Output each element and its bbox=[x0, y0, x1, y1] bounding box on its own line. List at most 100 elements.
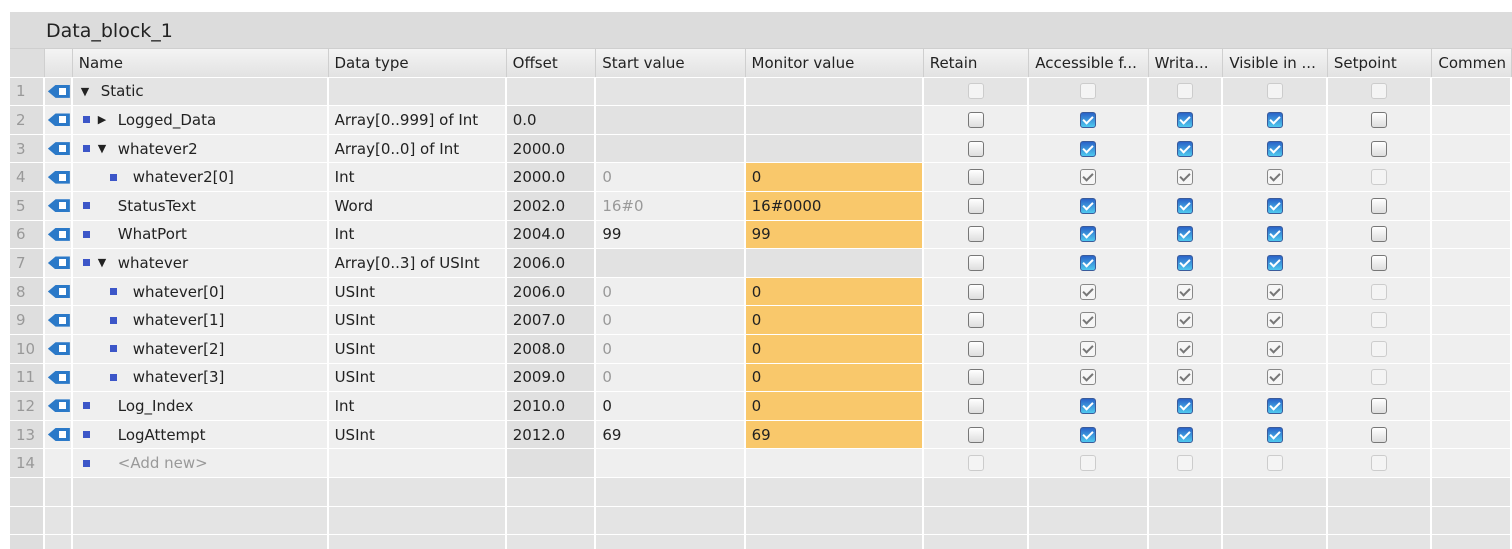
accessible-checkbox[interactable] bbox=[1080, 169, 1097, 186]
name-cell[interactable]: whatever2[0] bbox=[72, 163, 329, 191]
setpoint-checkbox[interactable] bbox=[1371, 197, 1388, 214]
setpoint-checkbox[interactable] bbox=[1371, 426, 1388, 443]
start-value-cell[interactable] bbox=[596, 134, 746, 163]
visible-checkbox[interactable] bbox=[1266, 197, 1283, 214]
name-cell[interactable]: whatever[2] bbox=[72, 334, 329, 363]
visible-checkbox[interactable] bbox=[1266, 254, 1283, 271]
table-row[interactable]: 12 Log_Index Int 2010.0 0 0 bbox=[10, 392, 1512, 421]
data-type-cell[interactable]: USInt bbox=[328, 363, 507, 392]
data-type-cell[interactable]: USInt bbox=[328, 420, 507, 449]
writable-checkbox[interactable] bbox=[1177, 426, 1194, 443]
data-type-cell[interactable] bbox=[328, 449, 507, 477]
column-header-writable[interactable]: Writa... bbox=[1148, 49, 1224, 77]
setpoint-checkbox[interactable] bbox=[1371, 140, 1388, 157]
name-cell[interactable]: LogAttempt bbox=[72, 420, 329, 449]
start-value-cell[interactable] bbox=[596, 77, 746, 106]
writable-checkbox[interactable] bbox=[1177, 254, 1194, 271]
name-cell[interactable]: <Add new> bbox=[72, 449, 329, 477]
retain-checkbox[interactable] bbox=[967, 254, 984, 271]
data-type-cell[interactable]: USInt bbox=[328, 306, 507, 334]
writable-checkbox[interactable] bbox=[1177, 369, 1194, 386]
collapse-icon[interactable]: ▼ bbox=[81, 85, 93, 98]
accessible-checkbox[interactable] bbox=[1080, 140, 1097, 157]
comment-cell[interactable] bbox=[1432, 249, 1512, 277]
accessible-checkbox[interactable] bbox=[1080, 254, 1097, 271]
retain-checkbox[interactable] bbox=[967, 111, 984, 128]
table-row[interactable]: 6 WhatPort Int 2004.0 99 99 bbox=[10, 220, 1512, 250]
name-cell[interactable]: Log_Index bbox=[72, 392, 329, 420]
writable-checkbox[interactable] bbox=[1177, 340, 1194, 357]
name-cell[interactable]: whatever[3] bbox=[72, 363, 329, 392]
start-value-cell[interactable]: 0 bbox=[596, 334, 746, 363]
visible-checkbox[interactable] bbox=[1266, 340, 1283, 357]
start-value-cell[interactable] bbox=[596, 449, 746, 477]
start-value-cell[interactable]: 99 bbox=[596, 220, 746, 249]
data-type-cell[interactable] bbox=[328, 77, 507, 106]
data-type-cell[interactable]: Int bbox=[328, 392, 507, 420]
start-value-cell[interactable] bbox=[596, 106, 746, 134]
visible-checkbox[interactable] bbox=[1266, 283, 1283, 300]
writable-checkbox[interactable] bbox=[1177, 397, 1194, 414]
retain-checkbox[interactable] bbox=[967, 312, 984, 329]
setpoint-checkbox[interactable] bbox=[1371, 111, 1388, 128]
name-cell[interactable]: whatever[0] bbox=[72, 277, 329, 306]
retain-checkbox[interactable] bbox=[967, 283, 984, 300]
name-cell[interactable]: whatever[1] bbox=[72, 306, 329, 334]
table-row[interactable]: 10 whatever[2] USInt 2008.0 0 0 bbox=[10, 334, 1512, 364]
visible-checkbox[interactable] bbox=[1266, 169, 1283, 186]
comment-cell[interactable] bbox=[1432, 363, 1512, 392]
accessible-checkbox[interactable] bbox=[1080, 369, 1097, 386]
setpoint-checkbox[interactable] bbox=[1371, 397, 1388, 414]
column-header-icon[interactable] bbox=[44, 49, 73, 77]
table-row[interactable]: 8 whatever[0] USInt 2006.0 0 0 bbox=[10, 277, 1512, 307]
accessible-checkbox[interactable] bbox=[1080, 197, 1097, 214]
data-type-cell[interactable]: Array[0..3] of USInt bbox=[328, 249, 507, 277]
name-cell[interactable]: WhatPort bbox=[72, 220, 329, 249]
start-value-cell[interactable]: 16#0 bbox=[596, 191, 746, 220]
start-value-cell[interactable]: 0 bbox=[596, 163, 746, 191]
retain-checkbox[interactable] bbox=[967, 226, 984, 243]
start-value-cell[interactable]: 0 bbox=[596, 363, 746, 392]
comment-cell[interactable] bbox=[1432, 220, 1512, 249]
writable-checkbox[interactable] bbox=[1177, 169, 1194, 186]
data-type-cell[interactable]: Array[0..999] of Int bbox=[328, 106, 507, 134]
writable-checkbox[interactable] bbox=[1177, 140, 1194, 157]
table-row[interactable]: 9 whatever[1] USInt 2007.0 0 0 bbox=[10, 306, 1512, 335]
collapse-icon[interactable]: ▼ bbox=[98, 256, 110, 269]
comment-cell[interactable] bbox=[1432, 334, 1512, 363]
comment-cell[interactable] bbox=[1432, 449, 1512, 477]
visible-checkbox[interactable] bbox=[1266, 397, 1283, 414]
column-header-data-type[interactable]: Data type bbox=[328, 49, 507, 77]
table-row[interactable]: 3 ▼ whatever2 Array[0..0] of Int 2000.0 bbox=[10, 134, 1512, 164]
column-header-visible[interactable]: Visible in ... bbox=[1223, 49, 1328, 77]
data-type-cell[interactable]: Array[0..0] of Int bbox=[328, 134, 507, 163]
accessible-checkbox[interactable] bbox=[1080, 426, 1097, 443]
column-header-setpoint[interactable]: Setpoint bbox=[1327, 49, 1433, 77]
comment-cell[interactable] bbox=[1432, 306, 1512, 334]
data-type-cell[interactable]: Int bbox=[328, 163, 507, 191]
expand-icon[interactable]: ▶ bbox=[98, 113, 110, 126]
start-value-cell[interactable]: 0 bbox=[596, 277, 746, 306]
table-row[interactable]: 1 ▼ Static bbox=[10, 77, 1512, 107]
comment-cell[interactable] bbox=[1432, 77, 1512, 106]
table-row[interactable]: 5 StatusText Word 2002.0 16#0 16#0000 bbox=[10, 191, 1512, 221]
column-header-start-value[interactable]: Start value bbox=[596, 49, 746, 77]
column-header-offset[interactable]: Offset bbox=[506, 49, 597, 77]
start-value-cell[interactable] bbox=[596, 249, 746, 277]
writable-checkbox[interactable] bbox=[1177, 226, 1194, 243]
collapse-icon[interactable]: ▼ bbox=[98, 142, 110, 155]
retain-checkbox[interactable] bbox=[967, 397, 984, 414]
accessible-checkbox[interactable] bbox=[1080, 340, 1097, 357]
start-value-cell[interactable]: 69 bbox=[596, 420, 746, 449]
data-type-cell[interactable]: Word bbox=[328, 191, 507, 220]
setpoint-checkbox[interactable] bbox=[1371, 254, 1388, 271]
data-type-cell[interactable]: Int bbox=[328, 220, 507, 249]
visible-checkbox[interactable] bbox=[1266, 369, 1283, 386]
column-header-comment[interactable]: Commen bbox=[1432, 49, 1512, 77]
comment-cell[interactable] bbox=[1432, 420, 1512, 449]
table-row[interactable]: 7 ▼ whatever Array[0..3] of USInt 2006.0 bbox=[10, 249, 1512, 278]
retain-checkbox[interactable] bbox=[967, 140, 984, 157]
writable-checkbox[interactable] bbox=[1177, 283, 1194, 300]
visible-checkbox[interactable] bbox=[1266, 312, 1283, 329]
start-value-cell[interactable]: 0 bbox=[596, 306, 746, 334]
